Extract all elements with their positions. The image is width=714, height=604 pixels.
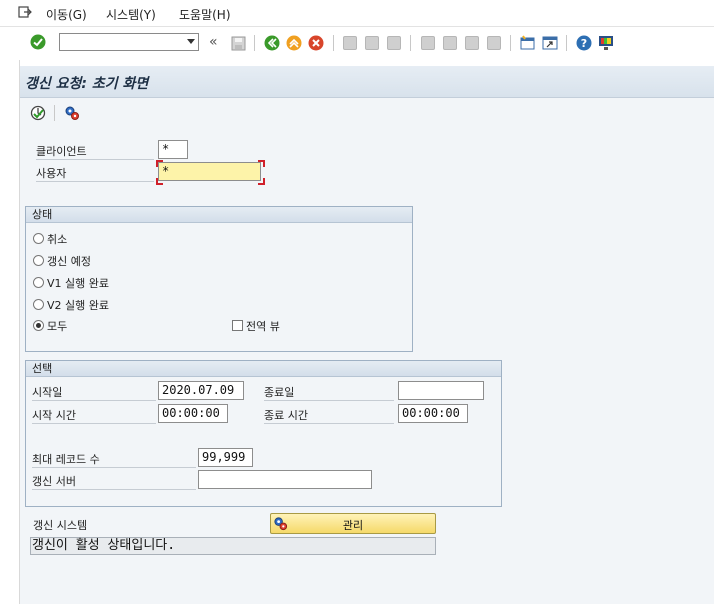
end-date-label: 종료일: [264, 384, 394, 401]
update-server-field[interactable]: [198, 470, 372, 489]
menu-exit-icon[interactable]: [18, 5, 32, 19]
menu-system[interactable]: 시스템(Y): [106, 6, 156, 23]
cancel-icon[interactable]: [308, 35, 324, 51]
client-label: 클라이언트: [36, 143, 154, 160]
global-view-label: 전역 뷰: [246, 320, 280, 333]
back-icon[interactable]: [264, 35, 280, 51]
start-time-label: 시작 시간: [32, 407, 156, 424]
manage-button[interactable]: 관리: [270, 513, 436, 534]
next-page-icon[interactable]: [464, 35, 480, 51]
first-page-icon[interactable]: [420, 35, 436, 51]
radio-pending-label: 갱신 예정: [47, 255, 91, 268]
client-field[interactable]: *: [158, 140, 188, 159]
print-icon[interactable]: [342, 35, 358, 51]
radio-cancel-label: 취소: [47, 233, 68, 246]
status-group-title: 상태: [26, 207, 412, 223]
radio-selected-dot: [36, 323, 41, 328]
help-icon[interactable]: ?: [576, 35, 592, 51]
user-label: 사용자: [36, 165, 154, 182]
radio-v2-done[interactable]: [33, 299, 44, 310]
application-toolbar: [20, 98, 714, 128]
previous-page-icon[interactable]: [442, 35, 458, 51]
selection-group-title: 선택: [26, 361, 501, 377]
start-date-field[interactable]: 2020.07.09: [158, 381, 244, 400]
radio-v1-done-label: V1 실행 완료: [47, 277, 109, 290]
radio-v1-done[interactable]: [33, 277, 44, 288]
update-status-text: 갱신이 활성 상태입니다.: [30, 537, 436, 555]
menu-goto[interactable]: 이동(G): [46, 6, 87, 23]
find-icon[interactable]: [364, 35, 380, 51]
end-date-field[interactable]: [398, 381, 484, 400]
start-time-field[interactable]: 00:00:00: [158, 404, 228, 423]
settings-gear-icon[interactable]: [64, 105, 80, 121]
chevron-down-icon[interactable]: [187, 39, 195, 44]
save-icon[interactable]: [230, 35, 246, 51]
user-field[interactable]: *: [158, 162, 261, 181]
end-time-field[interactable]: 00:00:00: [398, 404, 468, 423]
command-field[interactable]: [59, 33, 199, 51]
exit-icon[interactable]: [286, 35, 302, 51]
manage-button-label: 관리: [342, 519, 364, 532]
radio-all[interactable]: [33, 320, 44, 331]
radio-v2-done-label: V2 실행 완료: [47, 299, 109, 312]
title-bar: 갱신 요청: 초기 화면: [20, 66, 714, 98]
back-arrows-icon[interactable]: «: [209, 34, 218, 50]
last-page-icon[interactable]: [486, 35, 502, 51]
new-session-icon[interactable]: [520, 35, 536, 51]
radio-pending[interactable]: [33, 255, 44, 266]
update-server-label: 갱신 서버: [32, 473, 196, 490]
page-title: 갱신 요청: 초기 화면: [25, 76, 149, 92]
find-next-icon[interactable]: [386, 35, 402, 51]
radio-all-label: 모두: [47, 320, 68, 333]
menu-bar: 이동(G) 시스템(Y) 도움말(H): [0, 0, 714, 27]
max-records-field[interactable]: 99,999: [198, 448, 253, 467]
end-time-label: 종료 시간: [264, 407, 394, 424]
enter-icon[interactable]: [30, 34, 46, 50]
max-records-label: 최대 레코드 수: [32, 451, 196, 468]
svg-text:?: ?: [581, 37, 587, 50]
customize-layout-icon[interactable]: [598, 35, 614, 51]
shortcut-icon[interactable]: [542, 35, 558, 51]
standard-toolbar: « ?: [0, 27, 714, 59]
radio-cancel[interactable]: [33, 233, 44, 244]
global-view-checkbox[interactable]: [232, 320, 243, 331]
update-system-label: 갱신 시스템: [33, 519, 88, 532]
menu-help[interactable]: 도움말(H): [179, 6, 231, 23]
start-date-label: 시작일: [32, 384, 156, 401]
execute-icon[interactable]: [30, 105, 46, 121]
